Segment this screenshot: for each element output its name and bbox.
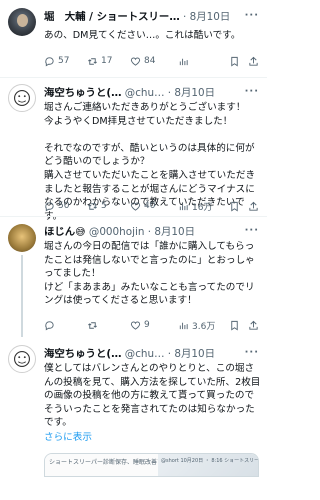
separator-dot: · — [147, 226, 152, 238]
tweet-header: 海空ちゅうと(… @chu… · 8月10日 — [44, 86, 261, 100]
media-preview-card[interactable]: ショートスリーパー診断保存、睡眠改善ブログ @short 10月20日 ・ 8:… — [44, 453, 259, 477]
reply-icon — [45, 320, 54, 330]
avatar[interactable] — [8, 84, 36, 112]
thread-line — [21, 255, 23, 337]
avatar-doodle-icon — [14, 351, 30, 367]
author-handle[interactable]: @000hojin — [89, 226, 145, 238]
reply-icon — [45, 56, 54, 66]
views-icon — [179, 203, 188, 210]
separator-dot: · — [183, 11, 187, 23]
views-icon — [179, 58, 188, 65]
views-button[interactable] — [178, 56, 226, 67]
card-left-text: ショートスリーパー診断保存、睡眠改善ブログ — [45, 454, 158, 476]
tweet-date[interactable]: 8月10日 — [174, 87, 215, 99]
like-count: 40 — [144, 201, 156, 211]
bookmark-icon[interactable] — [229, 56, 240, 67]
heart-icon — [130, 57, 141, 66]
more-options-icon[interactable]: ··· — [245, 347, 259, 358]
tweet-date[interactable]: 8月10日 — [190, 11, 231, 23]
tweet-text: あの、DM見てください…。これは酷いです。 — [44, 30, 241, 41]
view-count: 3.6万 — [192, 321, 216, 332]
heart-icon — [130, 321, 141, 330]
retweet-count: 17 — [101, 56, 113, 66]
author-name[interactable]: ほじん — [44, 226, 75, 238]
like-button[interactable]: 84 — [130, 56, 178, 67]
bookmark-icon[interactable] — [229, 320, 240, 331]
separator-dot: · — [167, 87, 172, 99]
more-options-icon[interactable]: ··· — [245, 225, 259, 236]
view-count: 16万 — [192, 202, 213, 213]
share-icon[interactable] — [248, 56, 259, 67]
reply-button[interactable]: 50 — [44, 201, 87, 212]
author-name[interactable]: 海空ちゅうと(… — [44, 87, 121, 99]
views-icon — [179, 322, 188, 329]
separator-dot: · — [167, 348, 172, 360]
retweet-button[interactable] — [87, 320, 130, 331]
reply-button[interactable]: 57 — [44, 56, 87, 67]
tweet-header: 堀 大輔 / ショートスリー… · 8月10日 — [44, 10, 261, 24]
reply-button[interactable] — [44, 320, 87, 331]
bookmark-icon[interactable] — [229, 201, 240, 212]
tweet-text: 堀さんの今日の配信では「誰かに購入してもらったことは発信しないでと言ったのに」と… — [44, 241, 255, 307]
name-emoji: 😅 — [75, 227, 86, 238]
reply-count: 57 — [58, 56, 70, 66]
retweet-count: 5 — [101, 201, 107, 211]
like-button[interactable]: 40 — [130, 201, 178, 212]
avatar[interactable] — [8, 345, 36, 373]
tweet-actions: 9 3.6万 — [44, 318, 259, 332]
tweet-actions: 57 17 84 — [44, 54, 259, 68]
tweet-1[interactable]: 堀 大輔 / ショートスリー… · 8月10日 ··· あの、DM見てください…… — [0, 0, 267, 78]
author-name[interactable]: 堀 大輔 / ショートスリー… — [44, 11, 180, 23]
like-count: 84 — [144, 56, 156, 66]
retweet-button[interactable]: 5 — [87, 201, 130, 212]
tweet-actions: 50 5 40 16万 — [44, 199, 259, 213]
reply-icon — [45, 201, 54, 211]
retweet-icon — [88, 321, 97, 329]
share-icon[interactable] — [248, 320, 259, 331]
tweet-header: 海空ちゅうと(… @chu… · 8月10日 — [44, 347, 261, 361]
share-icon[interactable] — [248, 201, 259, 212]
tweet-text: 僕としてはバレンさんとのやりとりと、この堀さんの投稿を見て、購入方法を探していた… — [44, 363, 261, 429]
tweet-date[interactable]: 8月10日 — [174, 348, 215, 360]
like-button[interactable]: 9 — [130, 320, 178, 331]
author-name[interactable]: 海空ちゅうと(… — [44, 348, 121, 360]
more-options-icon[interactable]: ··· — [245, 10, 259, 21]
author-handle[interactable]: @chu… — [125, 348, 165, 360]
more-options-icon[interactable]: ··· — [245, 86, 259, 97]
views-button[interactable]: 16万 — [178, 200, 226, 213]
reply-count: 50 — [58, 201, 70, 211]
heart-icon — [130, 202, 141, 211]
avatar[interactable] — [8, 224, 36, 252]
avatar-doodle-icon — [14, 90, 30, 106]
like-count: 9 — [144, 320, 150, 330]
tweet-date[interactable]: 8月10日 — [154, 226, 195, 238]
card-right-text: @short 10月20日 ・ 8:16 ショートスリーパー研究 — [158, 454, 258, 476]
views-button[interactable]: 3.6万 — [178, 319, 226, 332]
retweet-button[interactable]: 17 — [87, 56, 130, 67]
retweet-icon — [88, 57, 97, 65]
tweet-header: ほじん😅 @000hojin · 8月10日 — [44, 225, 261, 239]
avatar[interactable] — [8, 8, 36, 36]
tweet-2[interactable]: 海空ちゅうと(… @chu… · 8月10日 ··· 堀さんご連絡いただきありが… — [0, 78, 267, 222]
show-more-link[interactable]: さらに表示 — [44, 431, 261, 445]
tweet-4[interactable]: 海空ちゅうと(… @chu… · 8月10日 ··· 僕としてはバレンさんとのや… — [0, 337, 267, 500]
retweet-icon — [88, 202, 97, 210]
tweet-3[interactable]: ほじん😅 @000hojin · 8月10日 ··· 堀さんの今日の配信では「誰… — [0, 217, 267, 337]
author-handle[interactable]: @chu… — [125, 87, 165, 99]
